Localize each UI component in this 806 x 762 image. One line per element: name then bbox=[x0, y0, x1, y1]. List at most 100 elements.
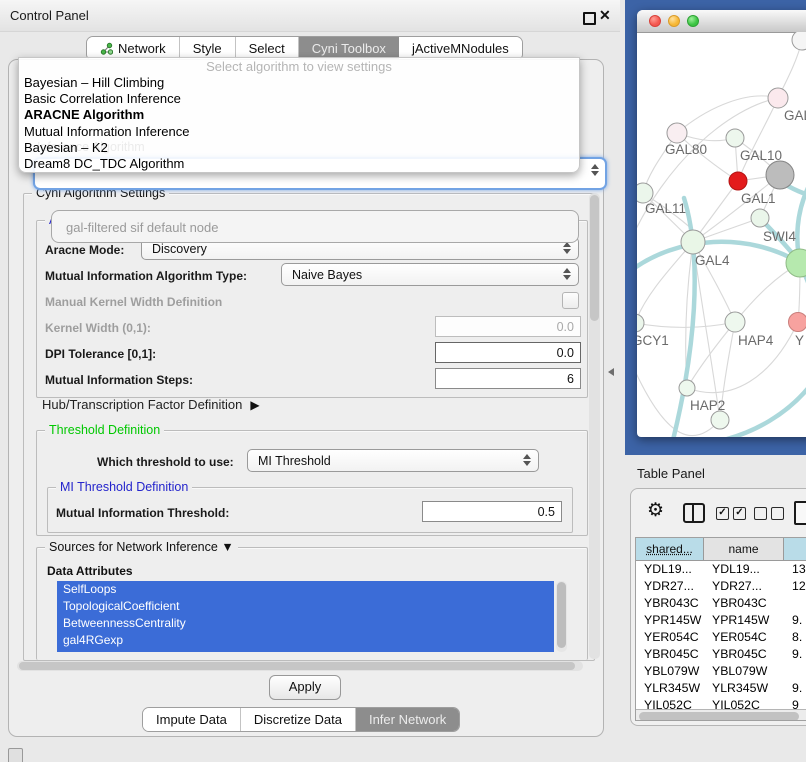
network-node[interactable] bbox=[679, 380, 695, 396]
algorithm-definition-group: Algorithm Definition Aracne Mode: Discov… bbox=[36, 220, 588, 398]
panel-collapse-arrow[interactable] bbox=[608, 368, 614, 376]
settings-horizontal-scrollbar-thumb[interactable] bbox=[19, 662, 575, 670]
column-header-extra[interactable] bbox=[784, 538, 806, 561]
algorithm-option[interactable]: Mutual Information Inference bbox=[19, 124, 579, 140]
checked-column-icon[interactable]: ✓ bbox=[733, 507, 746, 520]
algorithm-option[interactable]: Bayesian – Hill Climbing bbox=[19, 75, 579, 91]
which-threshold-select[interactable]: MI Threshold bbox=[247, 449, 539, 472]
table-row[interactable]: YER054CYER054C8. bbox=[636, 629, 806, 646]
apply-button[interactable]: Apply bbox=[269, 675, 341, 700]
spinner-arrows bbox=[563, 268, 571, 280]
mi-type-label: Mutual Information Algorithm Type: bbox=[45, 269, 247, 283]
table-area: shared... name YDL19...YDL19...13YDR27..… bbox=[635, 537, 806, 721]
window-titlebar[interactable] bbox=[637, 10, 806, 33]
network-node[interactable] bbox=[768, 88, 788, 108]
network-node[interactable] bbox=[681, 230, 705, 254]
tab-impute-data[interactable]: Impute Data bbox=[143, 708, 241, 731]
table-row[interactable]: YBR045CYBR045C9. bbox=[636, 646, 806, 663]
settings-vertical-scrollbar[interactable] bbox=[589, 193, 600, 659]
table-cell: YDR27... bbox=[644, 578, 694, 595]
manual-kernel-checkbox[interactable] bbox=[562, 292, 579, 309]
table-row[interactable]: YBL079WYBL079W bbox=[636, 663, 806, 680]
column-header-name[interactable]: name bbox=[704, 538, 784, 561]
network-node[interactable] bbox=[725, 312, 745, 332]
node-label: Y bbox=[795, 333, 804, 348]
network-node[interactable] bbox=[667, 123, 687, 143]
network-node[interactable] bbox=[711, 411, 729, 429]
table-row[interactable]: YIL052CYIL052C9 bbox=[636, 697, 806, 709]
network-node[interactable] bbox=[789, 313, 806, 332]
table-row[interactable]: YBR043CYBR043C bbox=[636, 595, 806, 612]
bottom-tabs: Impute Data Discretize Data Infer Networ… bbox=[142, 707, 460, 732]
network-node[interactable] bbox=[729, 172, 747, 190]
tab-discretize-data[interactable]: Discretize Data bbox=[241, 708, 356, 731]
hub-section-toggle[interactable]: Hub/Transcription Factor Definition▶ bbox=[42, 397, 260, 412]
minimize-traffic-light[interactable] bbox=[668, 15, 680, 27]
settings-horizontal-scrollbar[interactable] bbox=[17, 661, 583, 671]
split-columns-icon[interactable] bbox=[683, 503, 705, 523]
spinner-arrows bbox=[523, 454, 531, 466]
network-node[interactable] bbox=[766, 161, 794, 189]
network-node[interactable] bbox=[637, 183, 653, 203]
sources-legend[interactable]: Sources for Network Inference ▼ bbox=[45, 540, 238, 554]
algorithm-option[interactable]: Bayesian – K2 bbox=[19, 140, 579, 156]
data-attribute-item[interactable]: gal4RGexp bbox=[57, 632, 554, 649]
mi-threshold-label: Mutual Information Threshold: bbox=[56, 506, 229, 520]
kernel-width-label: Kernel Width (0,1): bbox=[45, 321, 151, 335]
table-row[interactable]: YDR27...YDR27...12 bbox=[636, 578, 806, 595]
tab-infer-network[interactable]: Infer Network bbox=[356, 708, 459, 731]
table-row[interactable]: YPR145WYPR145W9. bbox=[636, 612, 806, 629]
data-attribute-item[interactable]: BetweennessCentrality bbox=[57, 615, 554, 632]
algorithm-popup-list: Bayesian – Hill ClimbingBasic Correlatio… bbox=[19, 75, 579, 172]
data-attribute-item[interactable]: SelfLoops bbox=[57, 581, 554, 598]
network-node[interactable] bbox=[751, 209, 769, 227]
network-window[interactable]: GALGAL80GAL10GAL1GAL11SWI4GAL4GCY1HAP4YH… bbox=[637, 10, 806, 437]
list-scrollbar[interactable] bbox=[556, 581, 567, 652]
page-icon[interactable] bbox=[794, 501, 806, 525]
network-node[interactable] bbox=[786, 249, 806, 277]
control-panel-title: Control Panel bbox=[10, 8, 89, 23]
kernel-width-input[interactable] bbox=[435, 316, 581, 337]
algorithm-option[interactable]: Dream8 DC_TDC Algorithm bbox=[19, 156, 579, 172]
horizontal-scrollbar-thumb[interactable] bbox=[639, 712, 799, 721]
network-node[interactable] bbox=[792, 32, 806, 50]
algorithm-select-popup[interactable]: Select algorithm to view settings Bayesi… bbox=[18, 57, 580, 173]
data-attribute-item[interactable]: TopologicalCoefficient bbox=[57, 598, 554, 615]
dpi-tolerance-label: DPI Tolerance [0,1]: bbox=[45, 347, 156, 361]
checked-column-icon[interactable]: ✓ bbox=[716, 507, 729, 520]
mi-type-select[interactable]: Naive Bayes bbox=[281, 263, 579, 286]
settings-vertical-scrollbar-thumb[interactable] bbox=[590, 195, 599, 321]
network-node[interactable] bbox=[726, 129, 744, 147]
mini-window-icon[interactable] bbox=[8, 748, 23, 762]
table-row[interactable]: YLR345WYLR345W9. bbox=[636, 680, 806, 697]
column-header-shared[interactable]: shared... bbox=[636, 538, 704, 561]
table-cell: YLR345W bbox=[644, 680, 700, 697]
expand-arrow-icon: ▶ bbox=[250, 398, 259, 412]
mi-steps-input[interactable] bbox=[435, 368, 581, 389]
table-cell: 12 bbox=[792, 578, 806, 595]
node-label: GAL11 bbox=[645, 201, 686, 216]
gear-icon[interactable]: ⚙ bbox=[647, 499, 664, 522]
data-attributes-list[interactable]: SelfLoopsTopologicalCoefficientBetweenne… bbox=[57, 581, 554, 652]
unchecked-column-icon[interactable] bbox=[771, 507, 784, 520]
horizontal-scrollbar[interactable] bbox=[636, 709, 806, 721]
mi-threshold-input[interactable] bbox=[422, 501, 562, 522]
table-cell: 9. bbox=[792, 646, 802, 663]
mi-steps-label: Mutual Information Steps: bbox=[45, 373, 193, 387]
algorithm-option[interactable]: ARACNE Algorithm bbox=[19, 107, 579, 123]
network-combo-background[interactable]: gal-filtered sif default node bbox=[51, 210, 579, 243]
network-node[interactable] bbox=[637, 314, 644, 332]
dpi-tolerance-input[interactable] bbox=[435, 342, 581, 363]
sources-group: Sources for Network Inference ▼ Data Att… bbox=[36, 547, 588, 660]
algorithm-option[interactable]: Basic Correlation Inference bbox=[19, 91, 579, 107]
float-button[interactable] bbox=[583, 12, 596, 25]
mi-threshold-definition-group: MI Threshold Definition Mutual Informati… bbox=[47, 487, 573, 533]
zoom-traffic-light[interactable] bbox=[687, 15, 699, 27]
close-traffic-light[interactable] bbox=[649, 15, 661, 27]
spinner-arrows bbox=[563, 242, 571, 254]
table-row[interactable]: YDL19...YDL19...13 bbox=[636, 561, 806, 578]
close-button[interactable]: ✕ bbox=[599, 7, 611, 24]
unchecked-column-icon[interactable] bbox=[754, 507, 767, 520]
network-canvas[interactable]: GALGAL80GAL10GAL1GAL11SWI4GAL4GCY1HAP4YH… bbox=[637, 32, 806, 437]
list-scrollbar-thumb[interactable] bbox=[557, 582, 566, 648]
